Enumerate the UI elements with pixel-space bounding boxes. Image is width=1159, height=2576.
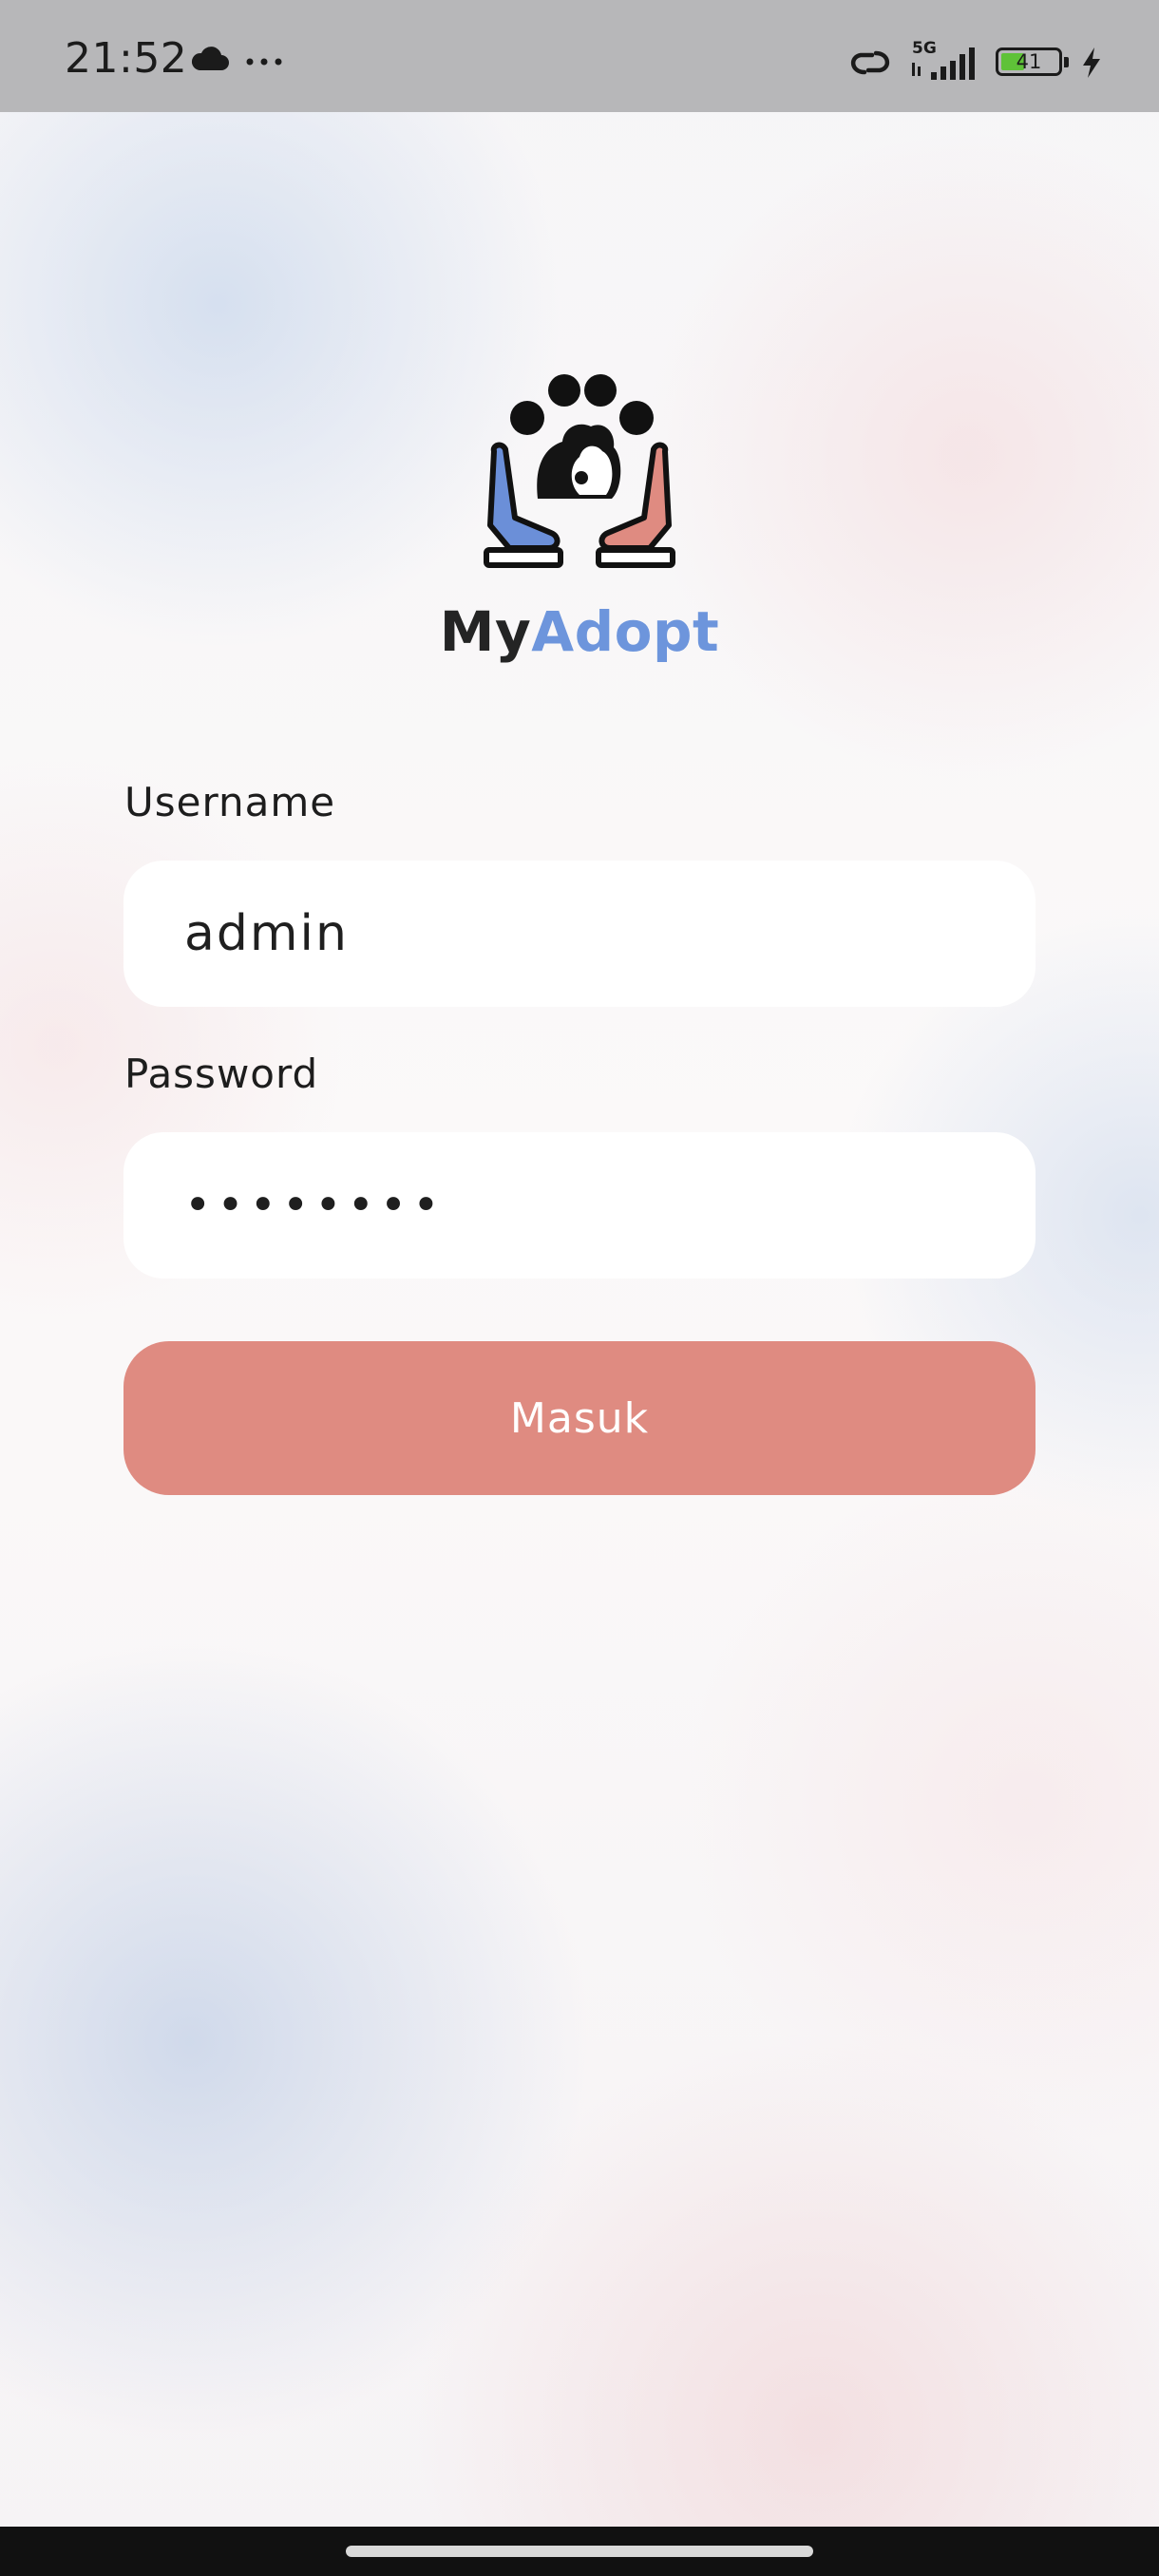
app-logo xyxy=(484,374,675,568)
status-bar: 21:52 5G 41 xyxy=(0,0,1159,112)
brand-name-adopt: Adopt xyxy=(531,599,720,664)
login-button-label: Masuk xyxy=(509,1393,650,1443)
brand-name-my: My xyxy=(439,599,532,664)
password-value: •••••••• xyxy=(184,1179,446,1232)
password-input[interactable]: •••••••• xyxy=(124,1132,1036,1279)
home-indicator[interactable] xyxy=(346,2546,813,2557)
signal-icon: 5G xyxy=(912,39,975,80)
battery-level-text: 41 xyxy=(1016,50,1042,73)
username-value: admin xyxy=(184,905,349,962)
link-icon xyxy=(851,50,889,75)
brand-name: MyAdopt xyxy=(342,604,817,659)
status-time: 21:52 xyxy=(65,34,188,83)
battery-icon: 41 xyxy=(996,44,1074,82)
login-button[interactable]: Masuk xyxy=(124,1341,1036,1495)
cloud-icon xyxy=(191,47,229,70)
password-label: Password xyxy=(124,1051,319,1097)
svg-text:5G: 5G xyxy=(912,39,937,58)
charging-bolt-icon xyxy=(1083,47,1100,78)
username-input[interactable]: admin xyxy=(124,861,1036,1007)
more-icon xyxy=(246,58,282,66)
username-label: Username xyxy=(124,779,336,825)
